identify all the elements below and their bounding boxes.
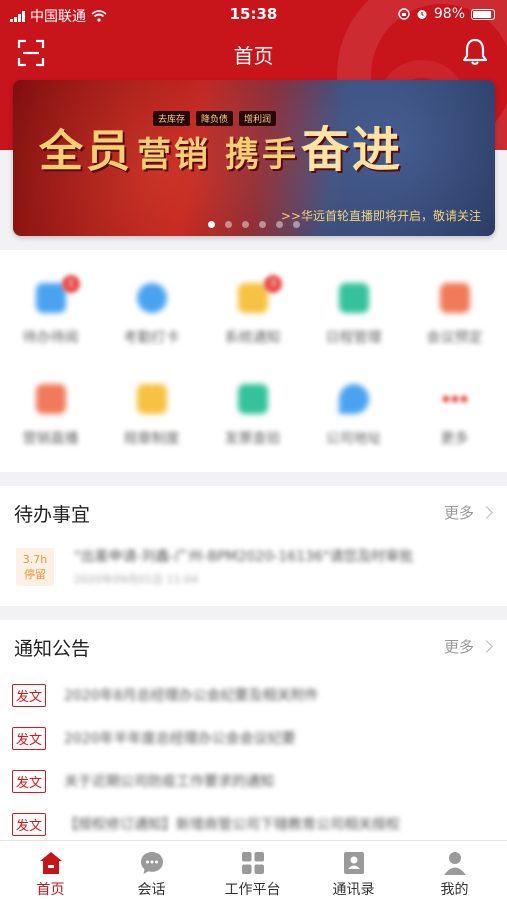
carousel-dot[interactable] [276, 221, 283, 228]
notice-text: 2020年半年度总经理办公会会议纪要 [64, 731, 296, 747]
quick-menu-grid: 1 待办待阅 考勤打卡 3 系统通知 日程管理 会议预定 营销直播 规章制度 发… [0, 250, 507, 472]
notice-text: 【授权修订通知】新增商管公司下辖教育公司相关授权 [64, 817, 400, 833]
section-title-notice: 通知公告 [14, 638, 91, 660]
carousel-dot[interactable] [225, 221, 232, 228]
location-pin-icon [338, 384, 369, 414]
notice-text: 2020年8月总经理办公会纪要及相关附件 [64, 688, 319, 704]
promo-banner[interactable]: 全员 营销 携手奋进 去库存 降负债 增利润 >>华远首轮直播即将开启，敬请关注 [13, 80, 495, 236]
menu-item-address[interactable]: 公司地址 [303, 384, 404, 448]
carousel-indicator [13, 221, 495, 228]
menu-item-meeting[interactable]: 会议预定 [404, 283, 505, 347]
tab-chat[interactable]: 会话 [101, 841, 202, 901]
menu-item-rules[interactable]: 规章制度 [101, 384, 202, 448]
tab-profile[interactable]: 我的 [404, 841, 505, 901]
chat-icon [140, 852, 163, 874]
rotation-lock-icon [398, 8, 410, 20]
bottom-tab-bar: 首页 会话 工作平台 通讯录 我的 [0, 840, 507, 901]
notice-item[interactable]: 发文 2020年8月总经理办公会纪要及相关附件 [12, 684, 492, 708]
chevron-right-icon [480, 640, 493, 653]
message-icon [237, 283, 268, 313]
apps-grid-icon [241, 852, 264, 874]
tab-workbench[interactable]: 工作平台 [202, 841, 303, 901]
carousel-dot[interactable] [259, 221, 266, 228]
battery-icon [471, 8, 495, 20]
nav-bar: 首页 [0, 30, 507, 74]
todo-section: 待办事宜 更多 3.7h 停留 "出差申请-刘鑫-广州-BPM2020-1613… [0, 486, 507, 606]
notice-tag: 发文 [12, 727, 47, 750]
user-icon [443, 852, 466, 875]
notice-tag: 发文 [12, 684, 47, 707]
notice-tag: 发文 [12, 770, 47, 793]
banner-tag: 降负债 [196, 111, 234, 126]
page-title: 首页 [233, 44, 274, 68]
todo-item-title[interactable]: "出差申请-刘鑫-广州-BPM2020-16136"请您及时审批 [74, 546, 484, 566]
notice-badge: 3 [264, 275, 282, 293]
todo-more-link[interactable]: 更多 [444, 502, 493, 523]
notice-text: 关于近期公司防疫工作要求的通知 [64, 774, 274, 790]
todo-badge: 1 [62, 275, 80, 293]
notice-tag: 发文 [12, 813, 47, 836]
todo-icon [35, 283, 66, 313]
notice-section: 通知公告 更多 发文 2020年8月总经理办公会纪要及相关附件 发文 2020年… [0, 620, 507, 840]
notice-more-link[interactable]: 更多 [444, 636, 493, 657]
menu-item-todo[interactable]: 1 待办待阅 [0, 275, 101, 347]
carousel-dot[interactable] [208, 221, 215, 228]
section-title-todo: 待办事宜 [14, 504, 91, 526]
menu-item-schedule[interactable]: 日程管理 [303, 283, 404, 347]
chevron-right-icon [480, 506, 493, 519]
status-bar: 中国联通 15:38 98% [0, 0, 507, 28]
home-icon [39, 852, 62, 874]
calendar-icon [338, 283, 369, 313]
carousel-dot[interactable] [293, 221, 300, 228]
battery-percentage: 98% [433, 6, 465, 22]
todo-item-time: 2020年09月01日 11:04 [74, 573, 199, 586]
contacts-icon [343, 852, 364, 874]
banner-tag: 增利润 [239, 111, 277, 126]
notice-item[interactable]: 发文 关于近期公司防疫工作要求的通知 [12, 770, 492, 794]
meeting-room-icon [439, 283, 470, 313]
tab-home[interactable]: 首页 [0, 841, 101, 901]
video-icon [35, 384, 66, 414]
carousel-dot[interactable] [242, 221, 249, 228]
tab-contacts[interactable]: 通讯录 [303, 841, 404, 901]
document-icon [136, 384, 167, 414]
menu-item-more[interactable]: 更多 [404, 384, 505, 448]
invoice-icon [237, 384, 268, 414]
notice-item[interactable]: 发文 【授权修订通知】新增商管公司下辖教育公司相关授权 [12, 813, 492, 837]
menu-item-live[interactable]: 营销直播 [0, 384, 101, 448]
banner-tags: 去库存 降负债 增利润 [153, 111, 277, 126]
more-dots-icon [440, 384, 470, 414]
alarm-icon [417, 10, 427, 19]
banner-tag: 去库存 [153, 111, 191, 126]
notification-bell-icon[interactable] [459, 36, 491, 68]
notice-item[interactable]: 发文 2020年半年度总经理办公会会议纪要 [12, 727, 492, 751]
menu-item-system-notice[interactable]: 3 系统通知 [202, 275, 303, 347]
menu-item-attendance[interactable]: 考勤打卡 [101, 283, 202, 347]
clock-icon [136, 283, 167, 313]
menu-item-invoice[interactable]: 发票查验 [202, 384, 303, 448]
todo-duration-badge: 3.7h 停留 [16, 548, 54, 586]
